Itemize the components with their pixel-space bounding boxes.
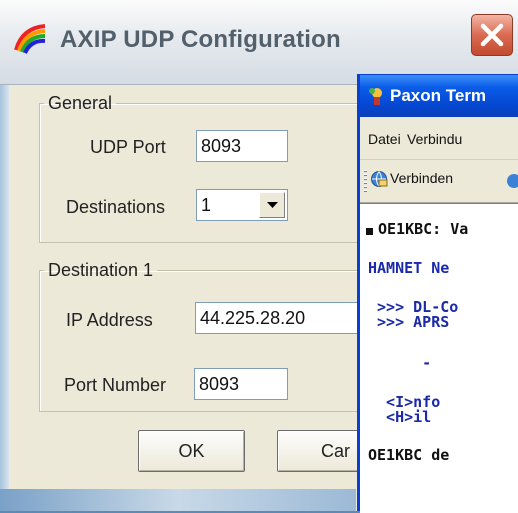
destination-group-legend: Destination 1	[48, 260, 154, 280]
menu-verbindung[interactable]: Verbindu	[407, 131, 462, 147]
destinations-label: Destinations	[66, 197, 166, 217]
paxon-terminal-window: Paxon Term Datei Verbindu Verbinden OE1K…	[357, 74, 518, 513]
ip-address-label: IP Address	[66, 310, 153, 330]
toolbar-grip[interactable]	[364, 170, 367, 192]
general-group-legend: General	[48, 93, 113, 113]
destinations-value: 1	[201, 195, 212, 215]
port-number-label: Port Number	[64, 375, 167, 395]
terminal-line: OE1KBC: Va	[378, 220, 469, 238]
terminal-line: >>> APRS	[368, 313, 450, 331]
desktop-border-strip	[0, 85, 9, 511]
dialog-title: AXIP UDP Configuration	[60, 26, 341, 53]
ip-address-input[interactable]: 44.225.28.20	[195, 302, 365, 334]
globe-connect-icon	[371, 171, 388, 188]
destinations-select[interactable]: 1	[196, 189, 288, 221]
paxon-menu-bar: Datei Verbindu	[360, 117, 518, 160]
close-button[interactable]	[471, 14, 513, 56]
rainbow-app-icon	[14, 24, 46, 54]
terminal-line: <H>il	[368, 408, 432, 426]
udp-port-label: UDP Port	[90, 137, 166, 157]
connect-button-label: Verbinden	[390, 170, 454, 186]
connect-button[interactable]: Verbinden	[370, 170, 453, 188]
dropdown-button[interactable]	[259, 192, 285, 218]
ok-button[interactable]: OK	[138, 430, 245, 472]
terminal-line: -	[368, 354, 432, 372]
line-marker-icon	[366, 228, 373, 235]
terminal-output[interactable]: OE1KBC: Va HAMNET Ne >>> DL-Co >>> APRS …	[360, 203, 518, 513]
terminal-line: HAMNET Ne	[368, 259, 450, 277]
terminal-line: OE1KBC de	[368, 446, 450, 464]
paxon-title: Paxon Term	[390, 86, 487, 105]
menu-datei[interactable]: Datei	[368, 131, 401, 147]
chevron-down-icon	[267, 202, 278, 208]
toolbar-next-button[interactable]	[505, 172, 518, 190]
toolbar-next-icon	[507, 174, 518, 188]
dialog-title-bar[interactable]: AXIP UDP Configuration	[0, 0, 518, 85]
paxon-toolbar: Verbinden	[360, 160, 518, 203]
udp-port-input[interactable]: 8093	[196, 130, 288, 162]
close-icon	[480, 23, 504, 47]
port-number-input[interactable]: 8093	[194, 368, 288, 400]
desktop-border-strip-bottom	[0, 489, 356, 511]
paxon-app-icon	[369, 88, 382, 105]
paxon-title-bar[interactable]: Paxon Term	[360, 75, 518, 117]
